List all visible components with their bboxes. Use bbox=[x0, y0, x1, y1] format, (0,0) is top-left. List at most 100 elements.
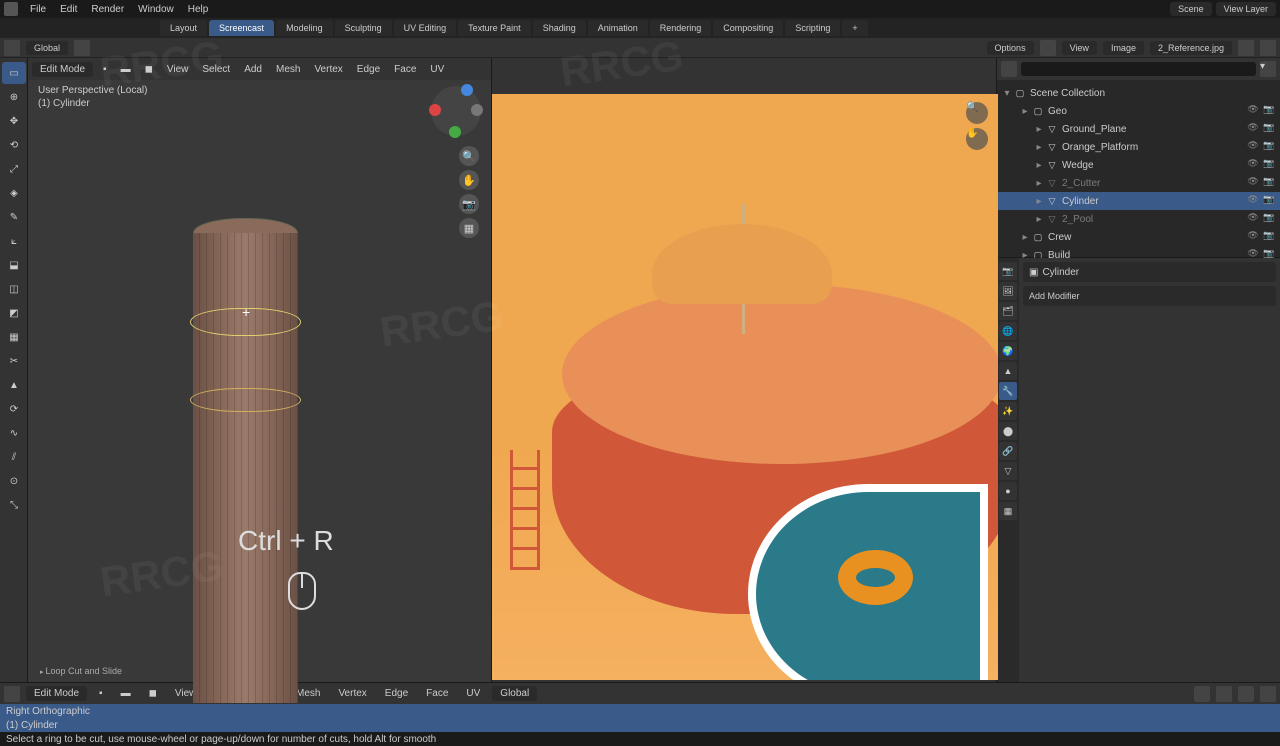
rip-tool[interactable]: ⤡ bbox=[2, 494, 26, 516]
last-operator-panel[interactable]: Loop Cut and Slide bbox=[40, 666, 122, 676]
tab-scripting[interactable]: Scripting bbox=[785, 20, 840, 36]
image-unlink-icon[interactable] bbox=[1260, 40, 1276, 56]
image-view-menu[interactable]: View bbox=[1062, 41, 1097, 55]
mode-selector-2[interactable]: Edit Mode bbox=[26, 686, 87, 701]
tree-item-crew[interactable]: ▸▢Crew👁📷 bbox=[997, 228, 1280, 246]
pan-icon[interactable]: ✋ bbox=[459, 170, 479, 190]
menu-help[interactable]: Help bbox=[182, 2, 215, 17]
prop-tab-particles[interactable]: ✨ bbox=[999, 402, 1017, 420]
tree-item-geo[interactable]: ▸▢Geo👁📷 bbox=[997, 102, 1280, 120]
render-icon[interactable]: 📷 bbox=[1262, 176, 1276, 190]
vp-menu-face[interactable]: Face bbox=[390, 62, 420, 77]
move-tool[interactable]: ✥ bbox=[2, 110, 26, 132]
prop-tab-physics[interactable]: ⬤ bbox=[999, 422, 1017, 440]
rotate-tool[interactable]: ⟲ bbox=[2, 134, 26, 156]
prop-tab-constraint[interactable]: 🔗 bbox=[999, 442, 1017, 460]
loop-cut-tool[interactable]: ▦ bbox=[2, 326, 26, 348]
tab-shading[interactable]: Shading bbox=[533, 20, 586, 36]
knife-tool[interactable]: ✂ bbox=[2, 350, 26, 372]
vp2-menu-uv[interactable]: UV bbox=[460, 686, 486, 701]
snap-icon[interactable] bbox=[74, 40, 90, 56]
visibility-icon[interactable]: 👁 bbox=[1246, 104, 1260, 118]
view-layer-selector[interactable]: View Layer bbox=[1216, 2, 1276, 16]
scale-tool[interactable]: ⤢ bbox=[2, 158, 26, 180]
tab-animation[interactable]: Animation bbox=[588, 20, 648, 36]
prop-tab-scene[interactable]: 🌐 bbox=[999, 322, 1017, 340]
scene-selector[interactable]: Scene bbox=[1170, 2, 1212, 16]
vp-menu-edge[interactable]: Edge bbox=[353, 62, 384, 77]
vp2-menu-vertex[interactable]: Vertex bbox=[332, 686, 372, 701]
menu-edit[interactable]: Edit bbox=[54, 2, 83, 17]
tree-item-cylinder[interactable]: ▸▽Cylinder👁📷 bbox=[997, 192, 1280, 210]
render-icon[interactable]: 📷 bbox=[1262, 230, 1276, 244]
axis-y-icon[interactable] bbox=[449, 126, 461, 138]
extrude-tool[interactable]: ⬓ bbox=[2, 254, 26, 276]
navigation-gizmo[interactable] bbox=[431, 86, 481, 136]
transform-tool[interactable]: ◈ bbox=[2, 182, 26, 204]
tab-screencast[interactable]: Screencast bbox=[209, 20, 274, 36]
select-mode-vertex[interactable]: ▪ bbox=[99, 62, 111, 77]
axis-x-icon[interactable] bbox=[429, 104, 441, 116]
render-icon[interactable]: 📷 bbox=[1262, 212, 1276, 226]
prop-tab-object[interactable]: ▲ bbox=[999, 362, 1017, 380]
prop-tab-viewlayer[interactable]: 🗂 bbox=[999, 302, 1017, 320]
add-modifier-button[interactable]: Add Modifier bbox=[1023, 286, 1276, 306]
image-zoom-icon[interactable]: 🔍 bbox=[966, 102, 988, 124]
tree-item-2_cutter[interactable]: ▸▽2_Cutter👁📷 bbox=[997, 174, 1280, 192]
measure-tool[interactable]: ⟀ bbox=[2, 230, 26, 252]
properties-context[interactable]: ▣ Cylinder bbox=[1023, 262, 1276, 282]
shading-solid-icon[interactable] bbox=[1216, 686, 1232, 702]
render-icon[interactable]: 📷 bbox=[1262, 194, 1276, 208]
camera-icon[interactable]: 📷 bbox=[459, 194, 479, 214]
axis-z-icon[interactable] bbox=[461, 84, 473, 96]
spin-tool[interactable]: ⟳ bbox=[2, 398, 26, 420]
shrink-tool[interactable]: ⊙ bbox=[2, 470, 26, 492]
tree-item-2_pool[interactable]: ▸▽2_Pool👁📷 bbox=[997, 210, 1280, 228]
editor-type-icon[interactable] bbox=[4, 686, 20, 702]
menu-render[interactable]: Render bbox=[85, 2, 130, 17]
prop-tab-modifier[interactable]: 🔧 bbox=[999, 382, 1017, 400]
sel-mode-f2[interactable]: ◼ bbox=[143, 686, 163, 701]
vp2-orient[interactable]: Global bbox=[492, 686, 537, 701]
select-mode-edge[interactable]: ▬ bbox=[117, 62, 135, 77]
visibility-icon[interactable]: 👁 bbox=[1246, 176, 1260, 190]
visibility-icon[interactable]: 👁 bbox=[1246, 122, 1260, 136]
smooth-tool[interactable]: ∿ bbox=[2, 422, 26, 444]
tab-texture-paint[interactable]: Texture Paint bbox=[458, 20, 531, 36]
prop-tab-texture[interactable]: ▦ bbox=[999, 502, 1017, 520]
image-browse-icon[interactable] bbox=[1238, 40, 1254, 56]
bevel-tool[interactable]: ◩ bbox=[2, 302, 26, 324]
image-menu[interactable]: Image bbox=[1103, 41, 1144, 55]
menu-file[interactable]: File bbox=[24, 2, 52, 17]
transform-orientation[interactable]: Global bbox=[26, 41, 68, 55]
edge-slide-tool[interactable]: ⫽ bbox=[2, 446, 26, 468]
prop-tab-output[interactable]: 🖼 bbox=[999, 282, 1017, 300]
prop-tab-world[interactable]: 🌍 bbox=[999, 342, 1017, 360]
visibility-icon[interactable]: 👁 bbox=[1246, 158, 1260, 172]
tree-scene-collection[interactable]: ▾ ▢ Scene Collection bbox=[997, 84, 1280, 102]
select-box-tool[interactable]: ▭ bbox=[2, 62, 26, 84]
outliner-search[interactable] bbox=[1021, 62, 1256, 76]
render-icon[interactable]: 📷 bbox=[1262, 122, 1276, 136]
tree-item-orange_platform[interactable]: ▸▽Orange_Platform👁📷 bbox=[997, 138, 1280, 156]
outliner-editor-icon[interactable] bbox=[1001, 61, 1017, 77]
menu-window[interactable]: Window bbox=[132, 2, 180, 17]
prop-tab-mesh[interactable]: ▽ bbox=[999, 462, 1017, 480]
select-mode-face[interactable]: ◼ bbox=[141, 62, 157, 77]
editor-type-icon[interactable] bbox=[1040, 40, 1056, 56]
visibility-icon[interactable]: 👁 bbox=[1246, 230, 1260, 244]
outliner-filter-icon[interactable]: ▾ bbox=[1260, 61, 1276, 77]
annotate-tool[interactable]: ✎ bbox=[2, 206, 26, 228]
options-dropdown[interactable]: Options bbox=[987, 41, 1034, 55]
vp2-menu-edge[interactable]: Edge bbox=[379, 686, 414, 701]
tab-uv-editing[interactable]: UV Editing bbox=[394, 20, 457, 36]
tab-rendering[interactable]: Rendering bbox=[650, 20, 712, 36]
poly-build-tool[interactable]: ▲ bbox=[2, 374, 26, 396]
vp-menu-view[interactable]: View bbox=[163, 62, 193, 77]
tab-add[interactable]: + bbox=[842, 20, 867, 36]
sel-mode-v2[interactable]: ▪ bbox=[93, 686, 109, 701]
tab-sculpting[interactable]: Sculpting bbox=[335, 20, 392, 36]
tree-item-ground_plane[interactable]: ▸▽Ground_Plane👁📷 bbox=[997, 120, 1280, 138]
render-icon[interactable]: 📷 bbox=[1262, 104, 1276, 118]
tab-compositing[interactable]: Compositing bbox=[713, 20, 783, 36]
